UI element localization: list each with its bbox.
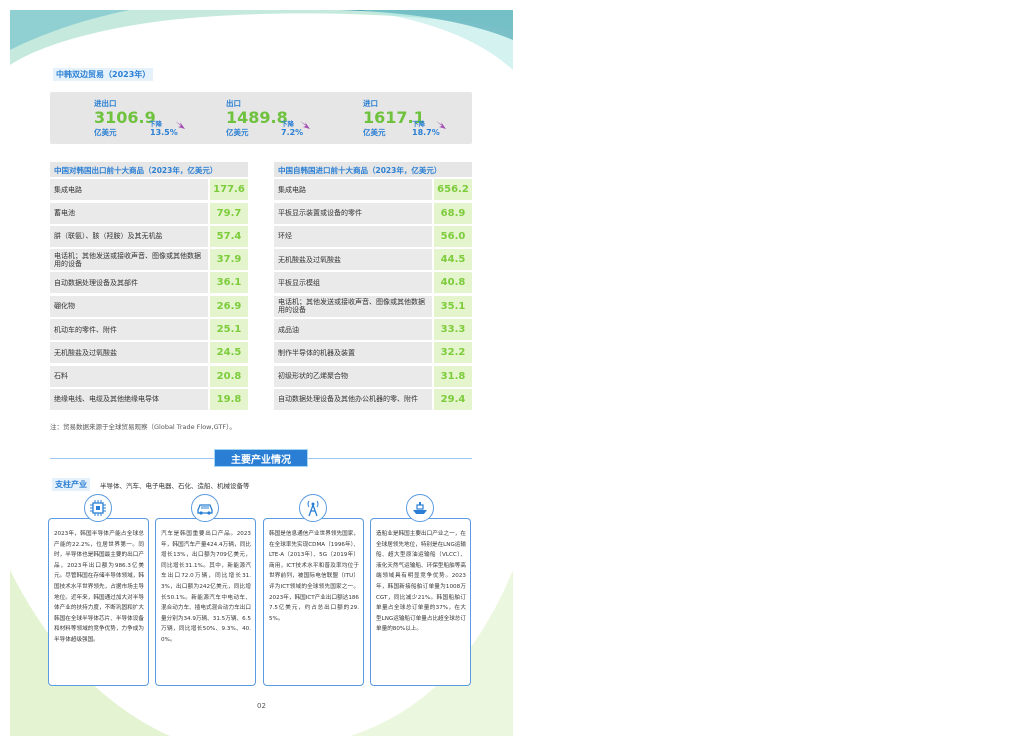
product-value: 25.1 — [210, 319, 248, 341]
export-table-body: 集成电路 177.6 蓄电池 79.7 肼（联氨）、胲（羟胺）及其无机盐 57.4 电话机；… — [50, 179, 248, 410]
table-row: 绝缘电线、电缆及其他绝缘电导体 19.8 — [50, 388, 248, 410]
product-value: 33.3 — [434, 319, 472, 341]
summary-unit: 亿美元 — [94, 128, 117, 137]
source-note: 注：贸易数据来源于全球贸易观察（Global Trade Flow,GTF）。 — [50, 423, 236, 431]
table-row: 机动车的零件、附件 25.1 — [50, 319, 248, 341]
industry-card-semiconductor: 2023年，韩国半导体产能占全球总产能的22.2%，位居世界第一。同时，半导体也… — [48, 518, 149, 686]
product-value: 79.7 — [210, 202, 248, 224]
import-table-body: 集成电路 656.2 平板显示装置或设备的零件 68.9 环烃 56.0 无机酸盐及过氧酸盐… — [274, 179, 472, 410]
trade-summary-box: 进出口 3106.9 亿美元 下降 13.5% 出口 1489.8 亿美元 下降… — [50, 92, 472, 144]
page-number: 02 — [257, 702, 266, 710]
summary-down-label: 下降 — [149, 120, 162, 128]
product-value: 56.0 — [434, 225, 472, 247]
table-row: 电话机；其他发送或接收声音、图像或其他数据用的设备 35.1 — [274, 295, 472, 317]
product-name: 石料 — [50, 365, 208, 387]
product-name: 自动数据处理设备及其他办公机器的零、附件 — [274, 388, 432, 410]
summary-total: 进出口 3106.9 亿美元 — [94, 98, 156, 138]
section-banner: 主要产业情况 — [214, 449, 308, 467]
table-row: 平板显示模组 40.8 — [274, 272, 472, 294]
product-value: 31.8 — [434, 365, 472, 387]
card-text: 韩国是信息通信产业世界领先国家，在全球率先实现CDMA（1996年）、LTE-A… — [269, 531, 359, 622]
product-name: 硼化物 — [50, 295, 208, 317]
product-name: 成品油 — [274, 319, 432, 341]
pillar-industry-label: 支柱产业 — [52, 478, 90, 491]
product-value: 68.9 — [434, 202, 472, 224]
chip-icon — [84, 494, 112, 522]
product-name: 平板显示装置或设备的零件 — [274, 202, 432, 224]
import-table-title: 中国自韩国进口前十大商品（2023年，亿美元） — [274, 162, 472, 177]
product-name: 蓄电池 — [50, 202, 208, 224]
product-name: 电话机；其他发送或接收声音、图像或其他数据用的设备 — [50, 249, 208, 271]
product-name: 无机酸盐及过氧酸盐 — [274, 249, 432, 271]
product-name: 电话机；其他发送或接收声音、图像或其他数据用的设备 — [274, 295, 432, 317]
product-value: 20.8 — [210, 365, 248, 387]
product-value: 32.2 — [434, 342, 472, 364]
car-icon — [191, 494, 219, 522]
product-name: 初级形状的乙烯聚合物 — [274, 365, 432, 387]
product-value: 24.5 — [210, 342, 248, 364]
product-value: 29.4 — [434, 388, 472, 410]
product-name: 环烃 — [274, 225, 432, 247]
summary-value: 3106.9 — [94, 108, 156, 127]
product-value: 40.8 — [434, 272, 472, 294]
table-row: 自动数据处理设备及其他办公机器的零、附件 29.4 — [274, 388, 472, 410]
table-row: 平板显示装置或设备的零件 68.9 — [274, 202, 472, 224]
table-row: 蓄电池 79.7 — [50, 202, 248, 224]
table-row: 无机酸盐及过氧酸盐 24.5 — [50, 342, 248, 364]
signal-tower-icon — [299, 494, 327, 522]
table-row: 集成电路 177.6 — [50, 179, 248, 201]
table-row: 电话机；其他发送或接收声音、图像或其他数据用的设备 37.9 — [50, 249, 248, 271]
product-value: 36.1 — [210, 272, 248, 294]
product-name: 平板显示模组 — [274, 272, 432, 294]
product-name: 机动车的零件、附件 — [50, 319, 208, 341]
product-value: 26.9 — [210, 295, 248, 317]
export-table: 中国对韩国出口前十大商品（2023年，亿美元） 集成电路 177.6 蓄电池 79.7… — [50, 162, 248, 410]
product-name: 无机酸盐及过氧酸盐 — [50, 342, 208, 364]
summary-value: 1489.8 — [226, 108, 288, 127]
down-arrow-icon — [436, 121, 446, 129]
summary-down-label: 下降 — [412, 120, 425, 128]
product-name: 集成电路 — [50, 179, 208, 201]
down-arrow-icon — [175, 121, 185, 129]
table-row: 环烃 56.0 — [274, 225, 472, 247]
industry-card-ict: 韩国是信息通信产业世界领先国家，在全球率先实现CDMA（1996年）、LTE-A… — [263, 518, 364, 686]
summary-unit: 亿美元 — [226, 128, 249, 137]
document-page: 中韩双边贸易（2023年） 进出口 3106.9 亿美元 下降 13.5% 出口… — [10, 10, 513, 736]
card-text: 2023年，韩国半导体产能占全球总产能的22.2%，位居世界第一。同时，半导体也… — [54, 531, 144, 643]
pillar-industry-list: 半导体、汽车、电子电器、石化、造船、机械设备等 — [100, 482, 250, 490]
export-table-title: 中国对韩国出口前十大商品（2023年，亿美元） — [50, 162, 248, 177]
summary-export: 出口 1489.8 亿美元 — [226, 98, 288, 138]
product-name: 集成电路 — [274, 179, 432, 201]
section-title: 中韩双边贸易（2023年） — [53, 68, 154, 81]
card-text: 造船业是韩国主要出口产业之一，在全球居领先地位，特别是在LNG运输船、超大型原油… — [376, 531, 466, 633]
summary-down-label: 下降 — [281, 120, 294, 128]
table-row: 自动数据处理设备及其部件 36.1 — [50, 272, 248, 294]
product-name: 肼（联氨）、胲（羟胺）及其无机盐 — [50, 225, 208, 247]
table-row: 初级形状的乙烯聚合物 31.8 — [274, 365, 472, 387]
industry-card-shipbuilding: 造船业是韩国主要出口产业之一，在全球居领先地位，特别是在LNG运输船、超大型原油… — [370, 518, 471, 686]
product-name: 自动数据处理设备及其部件 — [50, 272, 208, 294]
product-name: 制作半导体的机器及装置 — [274, 342, 432, 364]
product-name: 绝缘电线、电缆及其他绝缘电导体 — [50, 388, 208, 410]
table-row: 集成电路 656.2 — [274, 179, 472, 201]
product-value: 177.6 — [210, 179, 248, 201]
industry-card-auto: 汽车是韩国重要出口产品。2023年，韩国汽车产量424.4万辆，同比增长13%，… — [155, 518, 256, 686]
card-text: 汽车是韩国重要出口产品。2023年，韩国汽车产量424.4万辆，同比增长13%，… — [161, 531, 251, 643]
import-table: 中国自韩国进口前十大商品（2023年，亿美元） 集成电路 656.2 平板显示装置或… — [274, 162, 472, 410]
product-value: 57.4 — [210, 225, 248, 247]
table-row: 成品油 33.3 — [274, 319, 472, 341]
table-row: 石料 20.8 — [50, 365, 248, 387]
down-arrow-icon — [300, 121, 310, 129]
product-value: 35.1 — [434, 295, 472, 317]
product-value: 37.9 — [210, 249, 248, 271]
table-row: 肼（联氨）、胲（羟胺）及其无机盐 57.4 — [50, 225, 248, 247]
product-value: 44.5 — [434, 249, 472, 271]
ship-icon — [406, 494, 434, 522]
product-value: 19.8 — [210, 388, 248, 410]
table-row: 无机酸盐及过氧酸盐 44.5 — [274, 249, 472, 271]
product-value: 656.2 — [434, 179, 472, 201]
table-row: 硼化物 26.9 — [50, 295, 248, 317]
table-row: 制作半导体的机器及装置 32.2 — [274, 342, 472, 364]
